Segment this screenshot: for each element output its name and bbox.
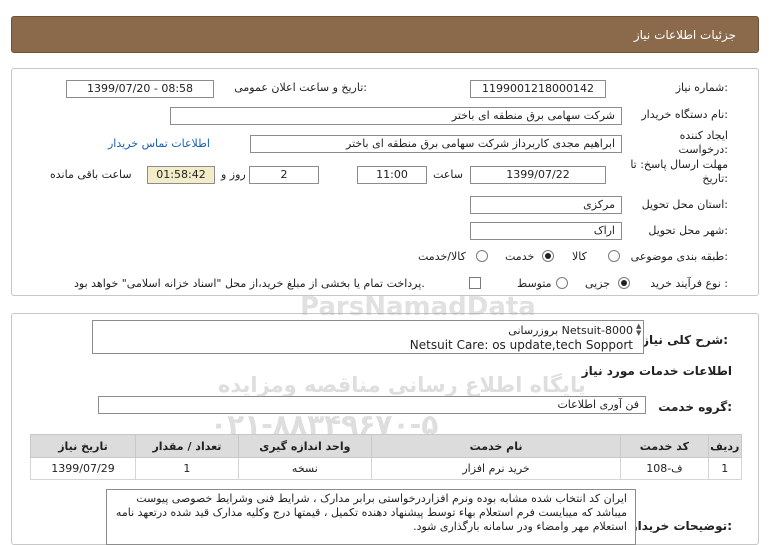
- buyer-org-field: شرکت سهامی برق منطقه ای باختر: [170, 107, 622, 125]
- summary-line-1: بروزرسانی Netsuit-8000: [508, 324, 633, 337]
- buyer-contact-link[interactable]: اطلاعات تماس خریدار: [108, 137, 210, 150]
- remaining-time-field: 01:58:42: [147, 166, 215, 184]
- watermark-line-1: پایگاه اطلاع رسانی مناقصه ومزایده: [218, 373, 586, 397]
- process-radio-minor[interactable]: [618, 277, 630, 289]
- cell-unit: نسخه: [237, 457, 372, 480]
- col-service-code: کد خدمت: [620, 434, 709, 458]
- creator-field: ابراهیم مجدی کاربرداز شرکت سهامی برق منط…: [250, 135, 622, 153]
- city-field: اراک: [470, 222, 622, 240]
- province-field: مرکزی: [470, 196, 622, 214]
- category-option-goods: کالا: [572, 250, 587, 263]
- city-label: شهر محل تحویل:: [648, 224, 728, 237]
- province-label: استان محل تحویل:: [641, 198, 728, 211]
- cell-need-date: 1399/07/29: [30, 457, 136, 480]
- table-row[interactable]: 1 ف-108 خرید نرم افزار نسخه 1 1399/07/29: [30, 457, 743, 480]
- cell-quantity: 1: [135, 457, 239, 480]
- category-radio-goods[interactable]: [608, 250, 620, 262]
- deadline-time-label: ساعت: [433, 168, 463, 181]
- category-option-service: خدمت: [505, 250, 535, 263]
- announce-date-field: 1399/07/20 - 08:58: [66, 80, 214, 98]
- category-radio-service[interactable]: [542, 250, 554, 262]
- watermark-brand: ParsNamadData: [300, 292, 536, 322]
- services-section-title: اطلاعات خدمات مورد نیاز: [581, 364, 732, 378]
- days-remaining-field: 2: [249, 166, 319, 184]
- need-number-label: شماره نیاز:: [675, 81, 728, 94]
- remaining-time-label: ساعت باقی مانده: [50, 168, 132, 181]
- summary-line-2: Netsuit Care: os update,tech Sopport: [409, 338, 633, 352]
- col-need-date: تاریخ نیاز: [30, 434, 136, 458]
- buyer-notes-label: توضیحات خریدار:: [630, 519, 732, 533]
- buyer-notes-box: ایران کد انتخاب شده مشابه بوده ونرم افزا…: [106, 489, 636, 545]
- summary-textarea[interactable]: بروزرسانی Netsuit-8000 Netsuit Care: os …: [92, 320, 644, 354]
- cell-row-number: 1: [707, 457, 743, 480]
- category-option-goods-service: کالا/خدمت: [418, 250, 466, 263]
- deadline-date-field: 1399/07/22: [470, 166, 606, 184]
- watermark-line-2: ۰۲۱-۸۸۳۴۹۶۷۰-۵: [210, 408, 439, 441]
- buyer-org-label: نام دستگاه خریدار:: [641, 108, 728, 121]
- service-group-label: گروه خدمت:: [658, 400, 732, 414]
- category-label: طبقه بندی موضوعی:: [630, 250, 728, 263]
- process-option-medium: متوسط: [517, 277, 552, 290]
- process-option-minor: جزیی: [585, 277, 611, 290]
- buyer-notes-text: ایران کد انتخاب شده مشابه بوده ونرم افزا…: [115, 492, 627, 533]
- process-radio-medium[interactable]: [556, 277, 568, 289]
- summary-label: شرح کلی نیاز:: [642, 333, 728, 347]
- col-row-number: ردیف: [707, 434, 743, 458]
- deadline-label: مهلت ارسال پاسخ: تا تاریخ:: [630, 158, 728, 185]
- announce-date-label: تاریخ و ساعت اعلان عمومی:: [234, 81, 367, 94]
- creator-label: ایجاد کننده درخواست:: [678, 129, 729, 156]
- deadline-time-field: 11:00: [357, 166, 427, 184]
- process-label: نوع فرآیند خرید :: [650, 277, 728, 290]
- days-label: روز و: [221, 168, 246, 181]
- cell-service-code: ف-108: [620, 457, 709, 480]
- page-header: جزئیات اطلاعات نیاز: [11, 16, 759, 53]
- page-title: جزئیات اطلاعات نیاز: [633, 28, 736, 42]
- treasury-payment-checkbox[interactable]: [469, 277, 481, 289]
- scroll-arrows-icon[interactable]: ▲ ▼: [636, 323, 641, 337]
- cell-service-name: خرید نرم افزار: [370, 457, 622, 480]
- category-radio-goods-service[interactable]: [476, 250, 488, 262]
- treasury-payment-note: پرداخت تمام یا بخشی از مبلغ خرید،از محل …: [74, 277, 425, 290]
- need-number-field: 1199001218000142: [470, 80, 606, 98]
